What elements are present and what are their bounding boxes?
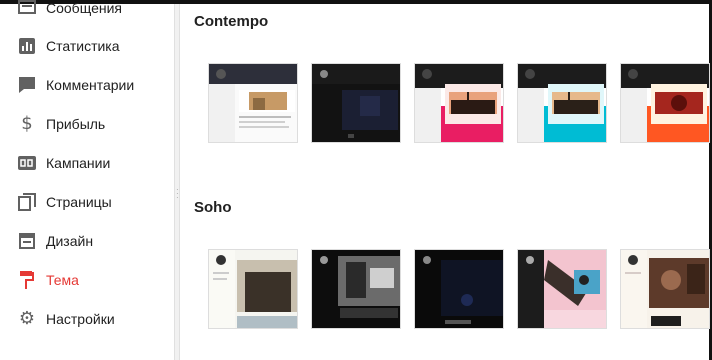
theme-thumbnail-contempo-dark[interactable] [311,63,401,143]
theme-thumbnail-contempo-aqua[interactable] [517,63,607,143]
comment-icon [18,76,36,94]
section-title-contempo: Contempo [194,13,269,30]
theme-thumbnail-soho-dark[interactable] [311,249,401,329]
sidebar-item-settings[interactable]: ⚙ Настройки [0,302,174,336]
sidebar-item-comments[interactable]: Комментарии [0,68,174,102]
theme-thumbnail-contempo-light[interactable] [208,63,298,143]
sidebar-item-label: Тема [46,272,79,288]
section-title-soho: Soho [194,199,232,216]
gear-icon: ⚙ [18,308,36,329]
theme-gallery: Contempo Soho [180,4,710,360]
sidebar-item-pages[interactable]: Страницы [0,185,174,219]
sidebar-item-stats[interactable]: Статистика [0,29,174,63]
sidebar-item-campaigns[interactable]: Кампании [0,146,174,180]
sidebar-item-label: Статистика [46,38,120,54]
sidebar-item-label: Дизайн [46,233,94,249]
pages-icon [18,193,36,211]
theme-thumbnail-soho-midnight[interactable] [414,249,504,329]
theme-thumbnail-contempo-vermilion[interactable] [620,63,710,143]
message-icon [18,0,36,17]
sidebar-item-posts[interactable]: Сообщения [0,0,174,25]
grip-icon: · · · [176,185,179,202]
theme-thumbnail-soho-pink[interactable] [517,249,607,329]
sidebar-item-label: Прибыль [46,116,106,132]
sidebar-item-label: Кампании [46,155,111,171]
sidebar-item-label: Настройки [46,311,115,327]
sidebar-item-layout[interactable]: Дизайн [0,224,174,258]
sidebar-item-earnings[interactable]: $ Прибыль [0,107,174,141]
theme-thumbnail-soho-light[interactable] [208,249,298,329]
theme-thumbnail-soho-brown[interactable] [620,249,710,329]
sidebar: Сообщения Статистика Комментарии $ Прибы… [0,0,174,360]
sidebar-item-label: Комментарии [46,77,135,93]
sidebar-item-label: Сообщения [46,0,122,16]
dollar-icon: $ [21,113,33,134]
theme-thumbnail-contempo-pink[interactable] [414,63,504,143]
layout-icon [18,232,36,250]
sidebar-item-label: Страницы [46,194,112,210]
sidebar-item-theme[interactable]: Тема [0,263,174,297]
stats-icon [18,37,36,55]
ad-icon [18,154,36,172]
paint-roller-icon [18,271,36,289]
